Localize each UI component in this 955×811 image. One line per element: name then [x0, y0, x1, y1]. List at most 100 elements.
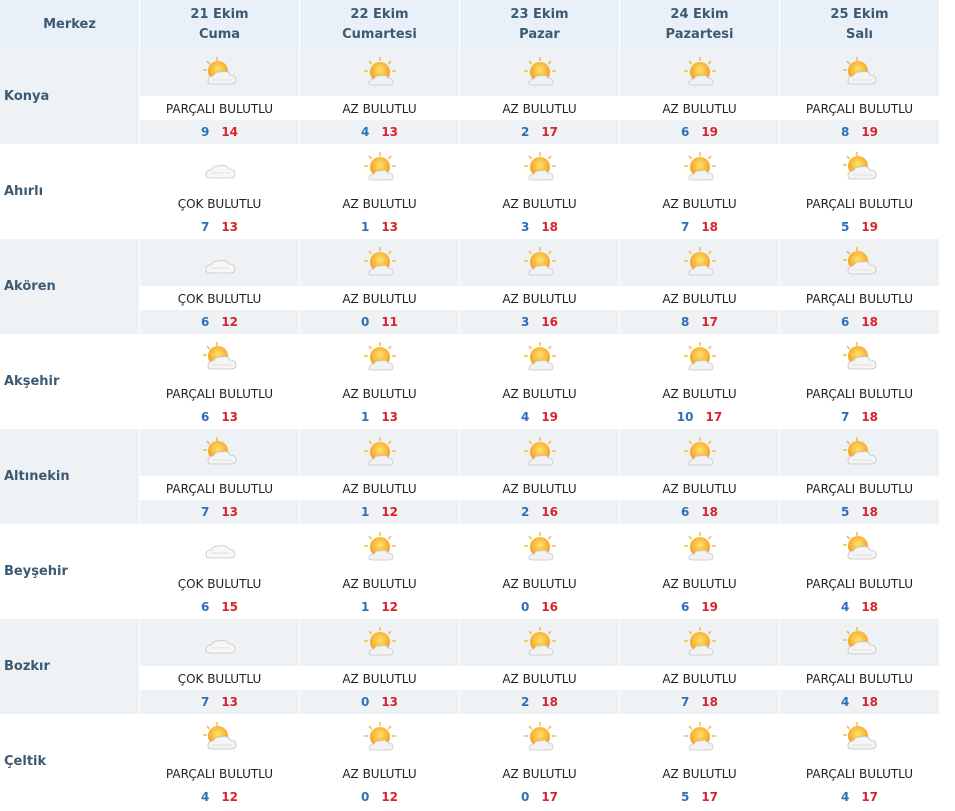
forecast-cell: PARÇALI BULUTLU 4 18 [779, 524, 939, 619]
day-date: 25 Ekim [830, 6, 889, 22]
max-temperature: 13 [381, 220, 399, 234]
condition-label: PARÇALI BULUTLU [140, 97, 299, 120]
mostly-sunny-icon [520, 246, 560, 280]
partly-cloudy-icon [840, 151, 880, 185]
city-name: Ahırlı [0, 144, 139, 239]
max-temperature: 18 [701, 505, 719, 519]
forecast-cell: AZ BULUTLU 0 16 [459, 524, 619, 619]
partly-cloudy-icon [840, 531, 880, 565]
min-temperature: 6 [840, 315, 850, 329]
condition-label: AZ BULUTLU [460, 667, 619, 690]
max-temperature: 15 [221, 600, 239, 614]
min-temperature: 6 [200, 600, 210, 614]
condition-label: AZ BULUTLU [460, 382, 619, 405]
min-temperature: 5 [840, 220, 850, 234]
partly-cloudy-icon [200, 56, 240, 90]
city-name: Beyşehir [0, 524, 139, 619]
forecast-cell: PARÇALI BULUTLU 6 13 [139, 334, 299, 429]
condition-label: PARÇALI BULUTLU [140, 382, 299, 405]
max-temperature: 19 [861, 220, 879, 234]
forecast-cell: PARÇALI BULUTLU 5 18 [779, 429, 939, 524]
day-header: 21 Ekim Cuma [139, 0, 299, 49]
min-temperature: 2 [520, 505, 530, 519]
max-temperature: 13 [221, 505, 239, 519]
mostly-sunny-icon [360, 721, 400, 755]
condition-label: PARÇALI BULUTLU [780, 382, 939, 405]
max-temperature: 13 [381, 125, 399, 139]
day-date: 24 Ekim [670, 6, 729, 22]
min-temperature: 0 [360, 315, 370, 329]
forecast-cell: AZ BULUTLU 10 17 [619, 334, 779, 429]
condition-label: AZ BULUTLU [460, 192, 619, 215]
condition-label: ÇOK BULUTLU [140, 192, 299, 215]
forecast-cell: ÇOK BULUTLU 7 13 [139, 619, 299, 714]
mostly-sunny-icon [680, 246, 720, 280]
condition-label: AZ BULUTLU [300, 572, 459, 595]
forecast-cell: AZ BULUTLU 3 18 [459, 144, 619, 239]
city-name: Çeltik [0, 714, 139, 809]
forecast-cell: PARÇALI BULUTLU 4 18 [779, 619, 939, 714]
forecast-cell: PARÇALI BULUTLU 9 14 [139, 49, 299, 144]
day-header: 25 Ekim Salı [779, 0, 939, 49]
max-temperature: 18 [861, 600, 879, 614]
max-temperature: 13 [221, 695, 239, 709]
min-temperature: 6 [200, 315, 210, 329]
partly-cloudy-icon [840, 721, 880, 755]
max-temperature: 16 [541, 600, 559, 614]
condition-label: PARÇALI BULUTLU [780, 477, 939, 500]
condition-label: AZ BULUTLU [620, 477, 779, 500]
max-temperature: 18 [861, 695, 879, 709]
min-temperature: 5 [680, 790, 690, 804]
forecast-cell: PARÇALI BULUTLU 4 17 [779, 714, 939, 809]
condition-label: PARÇALI BULUTLU [780, 97, 939, 120]
max-temperature: 17 [701, 790, 719, 804]
forecast-cell: ÇOK BULUTLU 6 15 [139, 524, 299, 619]
condition-label: PARÇALI BULUTLU [780, 762, 939, 785]
min-temperature: 1 [360, 505, 370, 519]
city-name: Konya [0, 49, 139, 144]
forecast-cell: ÇOK BULUTLU 7 13 [139, 144, 299, 239]
max-temperature: 17 [861, 790, 879, 804]
max-temperature: 12 [221, 790, 239, 804]
max-temperature: 12 [381, 600, 399, 614]
mostly-sunny-icon [680, 531, 720, 565]
mostly-sunny-icon [520, 436, 560, 470]
min-temperature: 7 [200, 220, 210, 234]
forecast-cell: AZ BULUTLU 6 19 [619, 49, 779, 144]
max-temperature: 13 [221, 410, 239, 424]
min-temperature: 4 [840, 695, 850, 709]
min-temperature: 0 [360, 695, 370, 709]
min-temperature: 6 [680, 125, 690, 139]
min-temperature: 4 [840, 600, 850, 614]
condition-label: AZ BULUTLU [620, 667, 779, 690]
city-name: Akören [0, 239, 139, 334]
mostly-sunny-icon [360, 56, 400, 90]
min-temperature: 1 [360, 410, 370, 424]
min-temperature: 6 [680, 600, 690, 614]
cloudy-icon [200, 246, 240, 280]
mostly-sunny-icon [520, 626, 560, 660]
header-corner-label: Merkez [0, 0, 139, 49]
condition-label: PARÇALI BULUTLU [140, 762, 299, 785]
condition-label: AZ BULUTLU [300, 762, 459, 785]
min-temperature: 5 [840, 505, 850, 519]
forecast-cell: AZ BULUTLU 1 13 [299, 144, 459, 239]
day-weekday: Salı [845, 26, 874, 42]
day-date: 21 Ekim [190, 6, 249, 22]
min-temperature: 1 [360, 220, 370, 234]
forecast-cell: AZ BULUTLU 2 16 [459, 429, 619, 524]
mostly-sunny-icon [360, 626, 400, 660]
cloudy-icon [200, 151, 240, 185]
max-temperature: 19 [701, 125, 719, 139]
mostly-sunny-icon [520, 531, 560, 565]
min-temperature: 0 [360, 790, 370, 804]
day-date: 23 Ekim [510, 6, 569, 22]
min-temperature: 7 [680, 220, 690, 234]
max-temperature: 18 [861, 505, 879, 519]
forecast-cell: PARÇALI BULUTLU 7 13 [139, 429, 299, 524]
forecast-cell: PARÇALI BULUTLU 8 19 [779, 49, 939, 144]
mostly-sunny-icon [680, 626, 720, 660]
min-temperature: 7 [200, 695, 210, 709]
forecast-cell: AZ BULUTLU 4 13 [299, 49, 459, 144]
forecast-cell: AZ BULUTLU 6 18 [619, 429, 779, 524]
